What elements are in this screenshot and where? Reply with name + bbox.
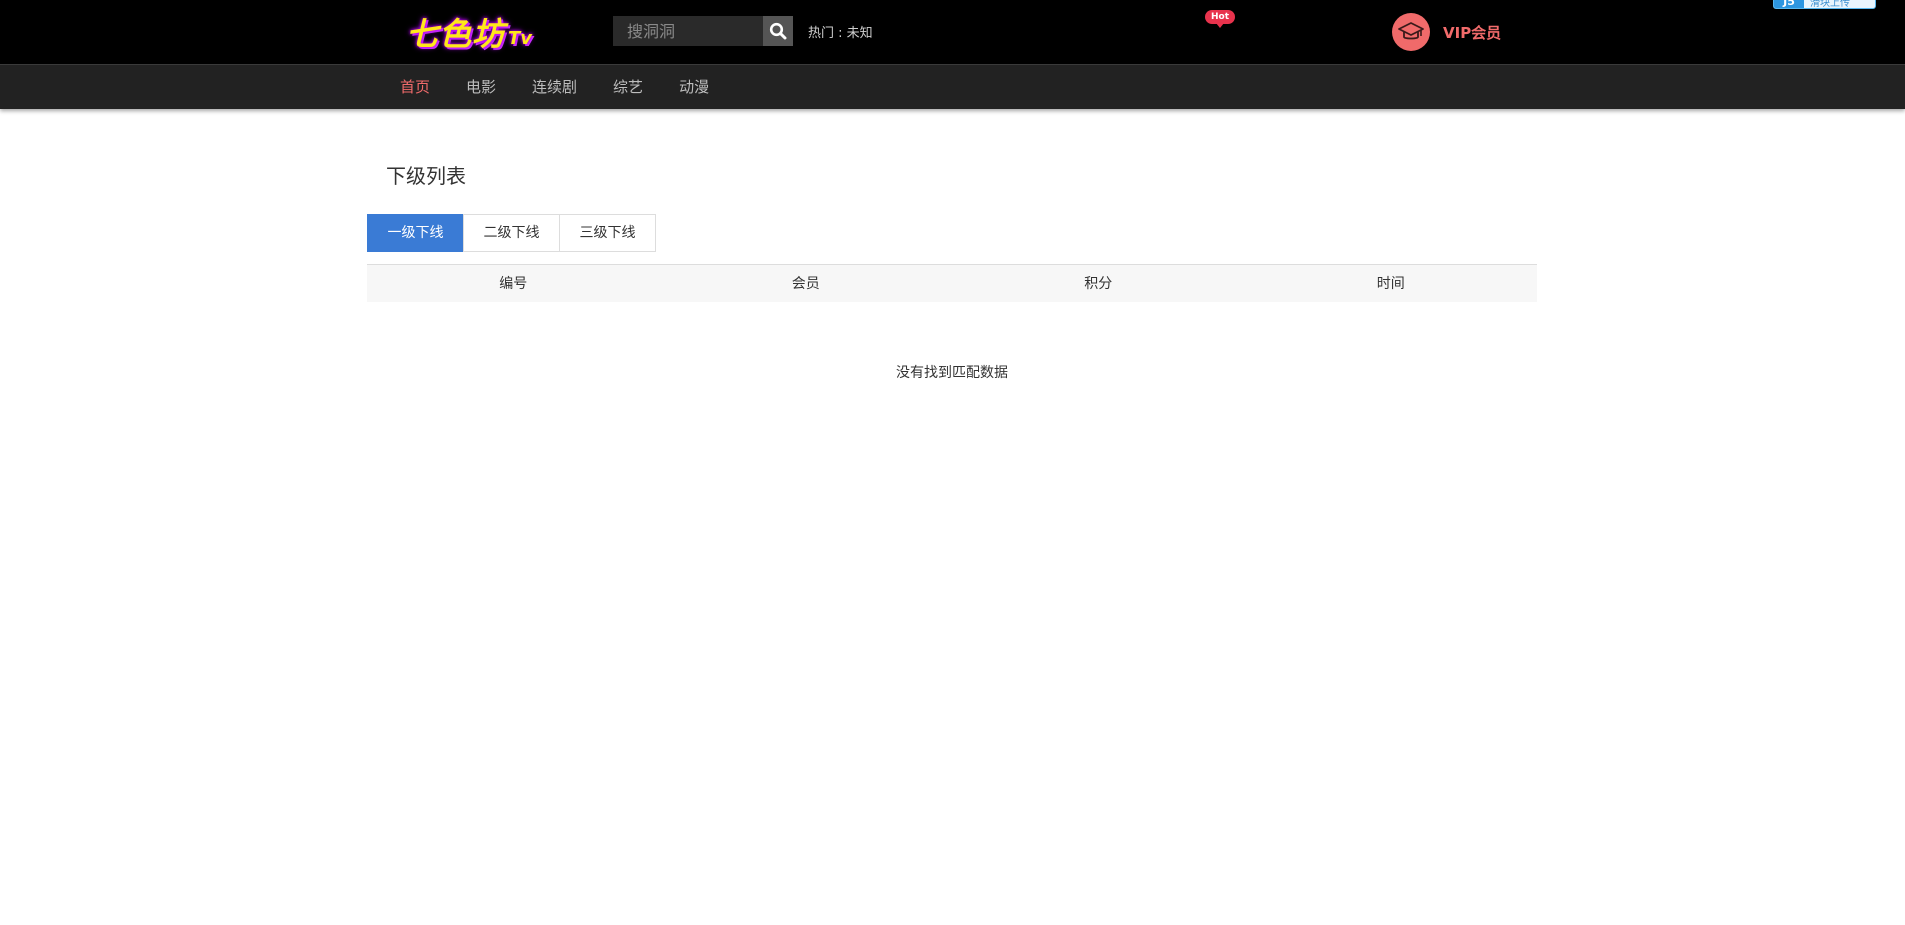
table-header-row: 编号 会员 积分 时间 [367, 264, 1538, 302]
search-icon [769, 22, 787, 40]
column-header-id[interactable]: 编号 [367, 265, 660, 302]
corner-tab-label: 滑块上传 [1810, 0, 1850, 9]
main-nav: 首页 电影 连续剧 综艺 动漫 [0, 64, 1905, 109]
tab-level-1[interactable]: 一级下线 [367, 214, 464, 252]
hot-badge-tail [1216, 23, 1224, 28]
nav-item-variety[interactable]: 综艺 [613, 65, 643, 109]
table-empty-row: 没有找到匹配数据 [367, 302, 1537, 442]
nav-list: 首页 电影 连续剧 综艺 动漫 [400, 65, 745, 109]
search-input[interactable] [613, 16, 763, 46]
downline-table: 编号 会员 积分 时间 没有找到匹配数据 [367, 264, 1537, 442]
nav-item-anime[interactable]: 动漫 [679, 65, 709, 109]
downline-tabs: 一级下线 二级下线 三级下线 [367, 214, 656, 252]
vip-label: VIP会员 [1443, 23, 1502, 42]
nav-item-movies[interactable]: 电影 [466, 65, 496, 109]
hot-search-text: 热门 : 未知 [808, 26, 873, 41]
table-header: 编号 会员 积分 时间 [367, 264, 1538, 302]
empty-message: 没有找到匹配数据 [896, 364, 1008, 381]
top-header: 七色坊 Tv 热门 : 未知 Hot VIP会员 J5 滑块上传 [0, 0, 1905, 64]
table-body: 没有找到匹配数据 [367, 302, 1537, 442]
column-header-points[interactable]: 积分 [952, 265, 1245, 302]
vip-member-link[interactable]: VIP会员 [1392, 13, 1501, 51]
column-header-time[interactable]: 时间 [1245, 265, 1538, 302]
logo-sub-text: Tv [508, 28, 533, 49]
column-header-member[interactable]: 会员 [660, 265, 953, 302]
logo-text: 七色坊 [406, 15, 506, 53]
search-button[interactable] [763, 16, 793, 46]
corner-upload-tab[interactable]: J5 滑块上传 [1773, 0, 1876, 9]
nav-item-home[interactable]: 首页 [400, 65, 430, 109]
search-box [613, 16, 793, 46]
tab-level-3[interactable]: 三级下线 [559, 214, 656, 252]
corner-tab-badge: J5 [1774, 0, 1804, 8]
hot-badge-label: Hot [1205, 10, 1235, 24]
hot-badge[interactable]: Hot [1205, 10, 1235, 28]
site-logo[interactable]: 七色坊 Tv [406, 10, 532, 54]
nav-item-series[interactable]: 连续剧 [532, 65, 577, 109]
graduation-cap-icon [1392, 13, 1430, 51]
tab-level-2[interactable]: 二级下线 [463, 214, 560, 252]
page-title: 下级列表 [386, 164, 466, 188]
